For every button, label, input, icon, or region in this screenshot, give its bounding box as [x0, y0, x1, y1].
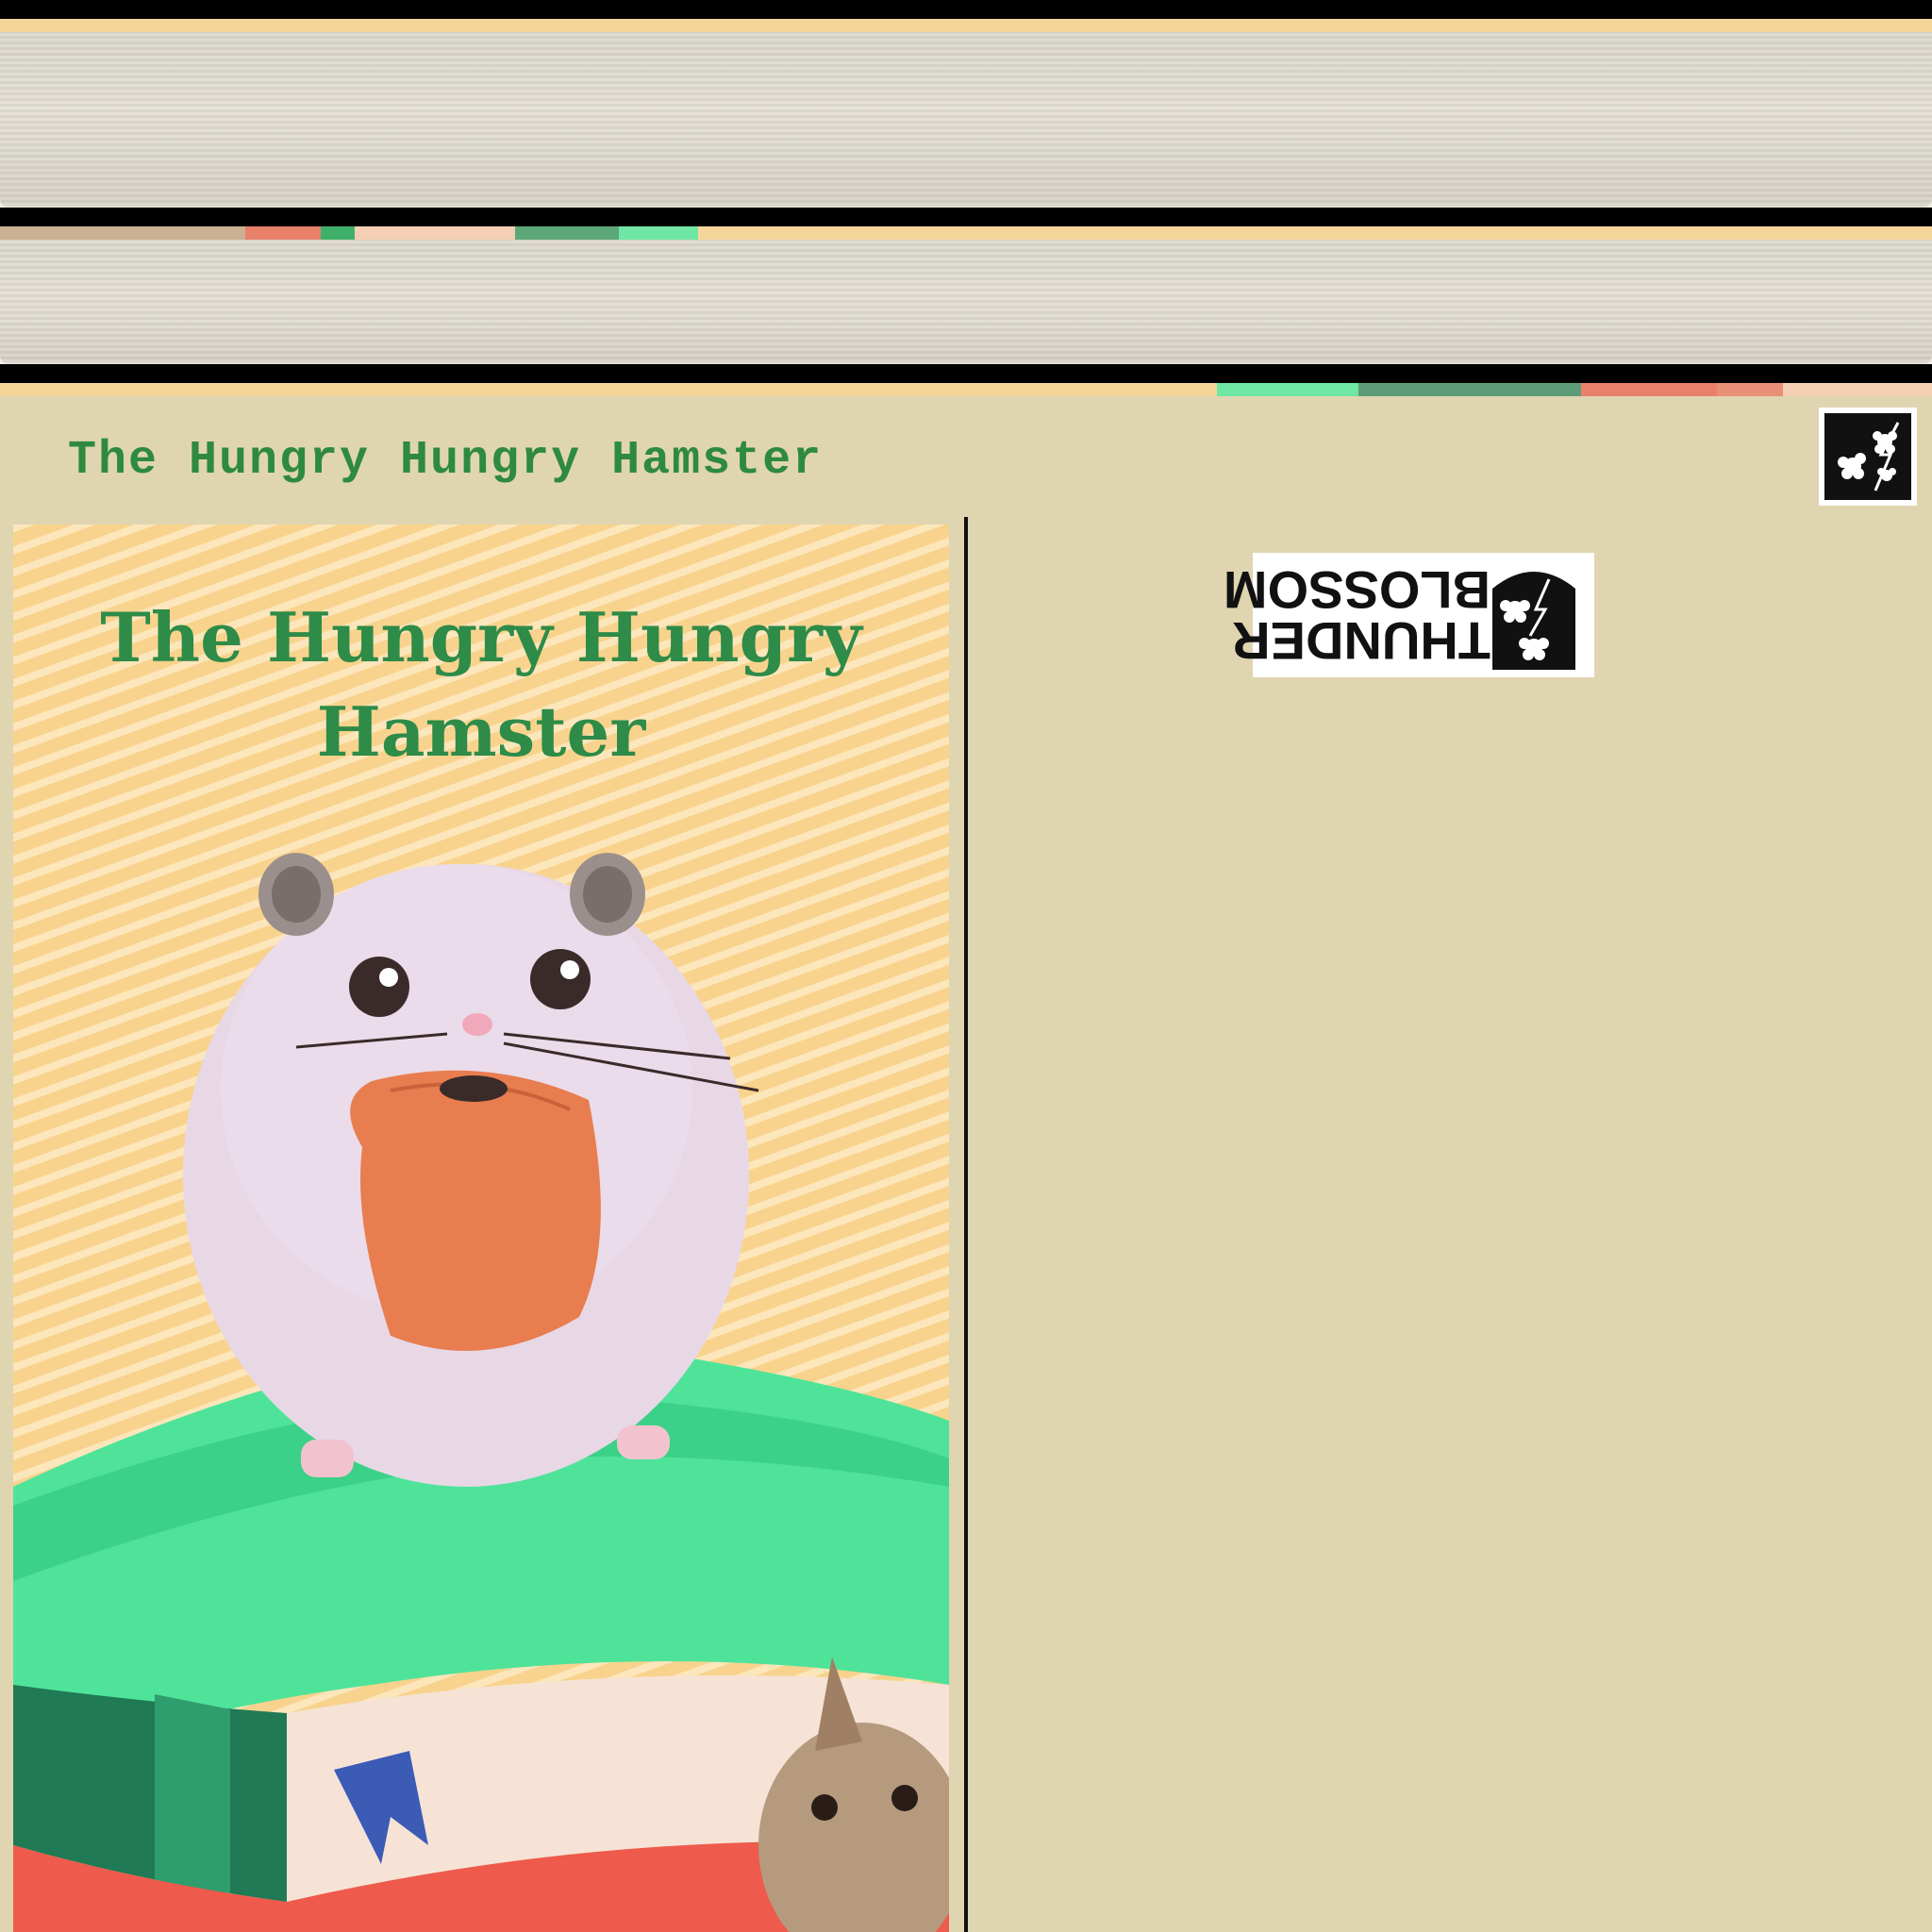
shelf-divider-2 [0, 364, 1932, 383]
book-panel-edge [0, 383, 1932, 396]
shelf-strip-2-edge [0, 226, 1932, 240]
publisher-logo[interactable]: THUNDER BLOSSOM [1223, 553, 1594, 677]
top-divider [0, 0, 1932, 19]
publisher-name-line-1: THUNDER [1232, 611, 1491, 671]
book-header: The Hungry Hungry Hamster [0, 396, 1932, 519]
thunder-blossom-emblem-icon [1492, 572, 1575, 670]
thunder-blossom-emblem-icon [1824, 413, 1911, 500]
shelf-strip-2[interactable] [0, 226, 1932, 362]
shelf-strip-1[interactable] [0, 19, 1932, 206]
book-cover[interactable]: The Hungry Hungry Hamster [13, 525, 949, 1932]
publisher-name: THUNDER BLOSSOM [1223, 553, 1491, 677]
publisher-badge[interactable] [1819, 408, 1917, 506]
cover-title-line-1: The Hungry Hungry [100, 597, 862, 677]
book-back-page: THUNDER BLOSSOM [964, 517, 1932, 1932]
publisher-name-line-2: BLOSSOM [1223, 560, 1491, 620]
book-title[interactable]: The Hungry Hungry Hamster [68, 434, 823, 488]
shelf-strip-1-edge [0, 19, 1932, 32]
shelf-divider-1 [0, 208, 1932, 226]
cover-title: The Hungry Hungry Hamster [13, 591, 949, 779]
cover-title-line-2: Hamster [316, 691, 646, 772]
